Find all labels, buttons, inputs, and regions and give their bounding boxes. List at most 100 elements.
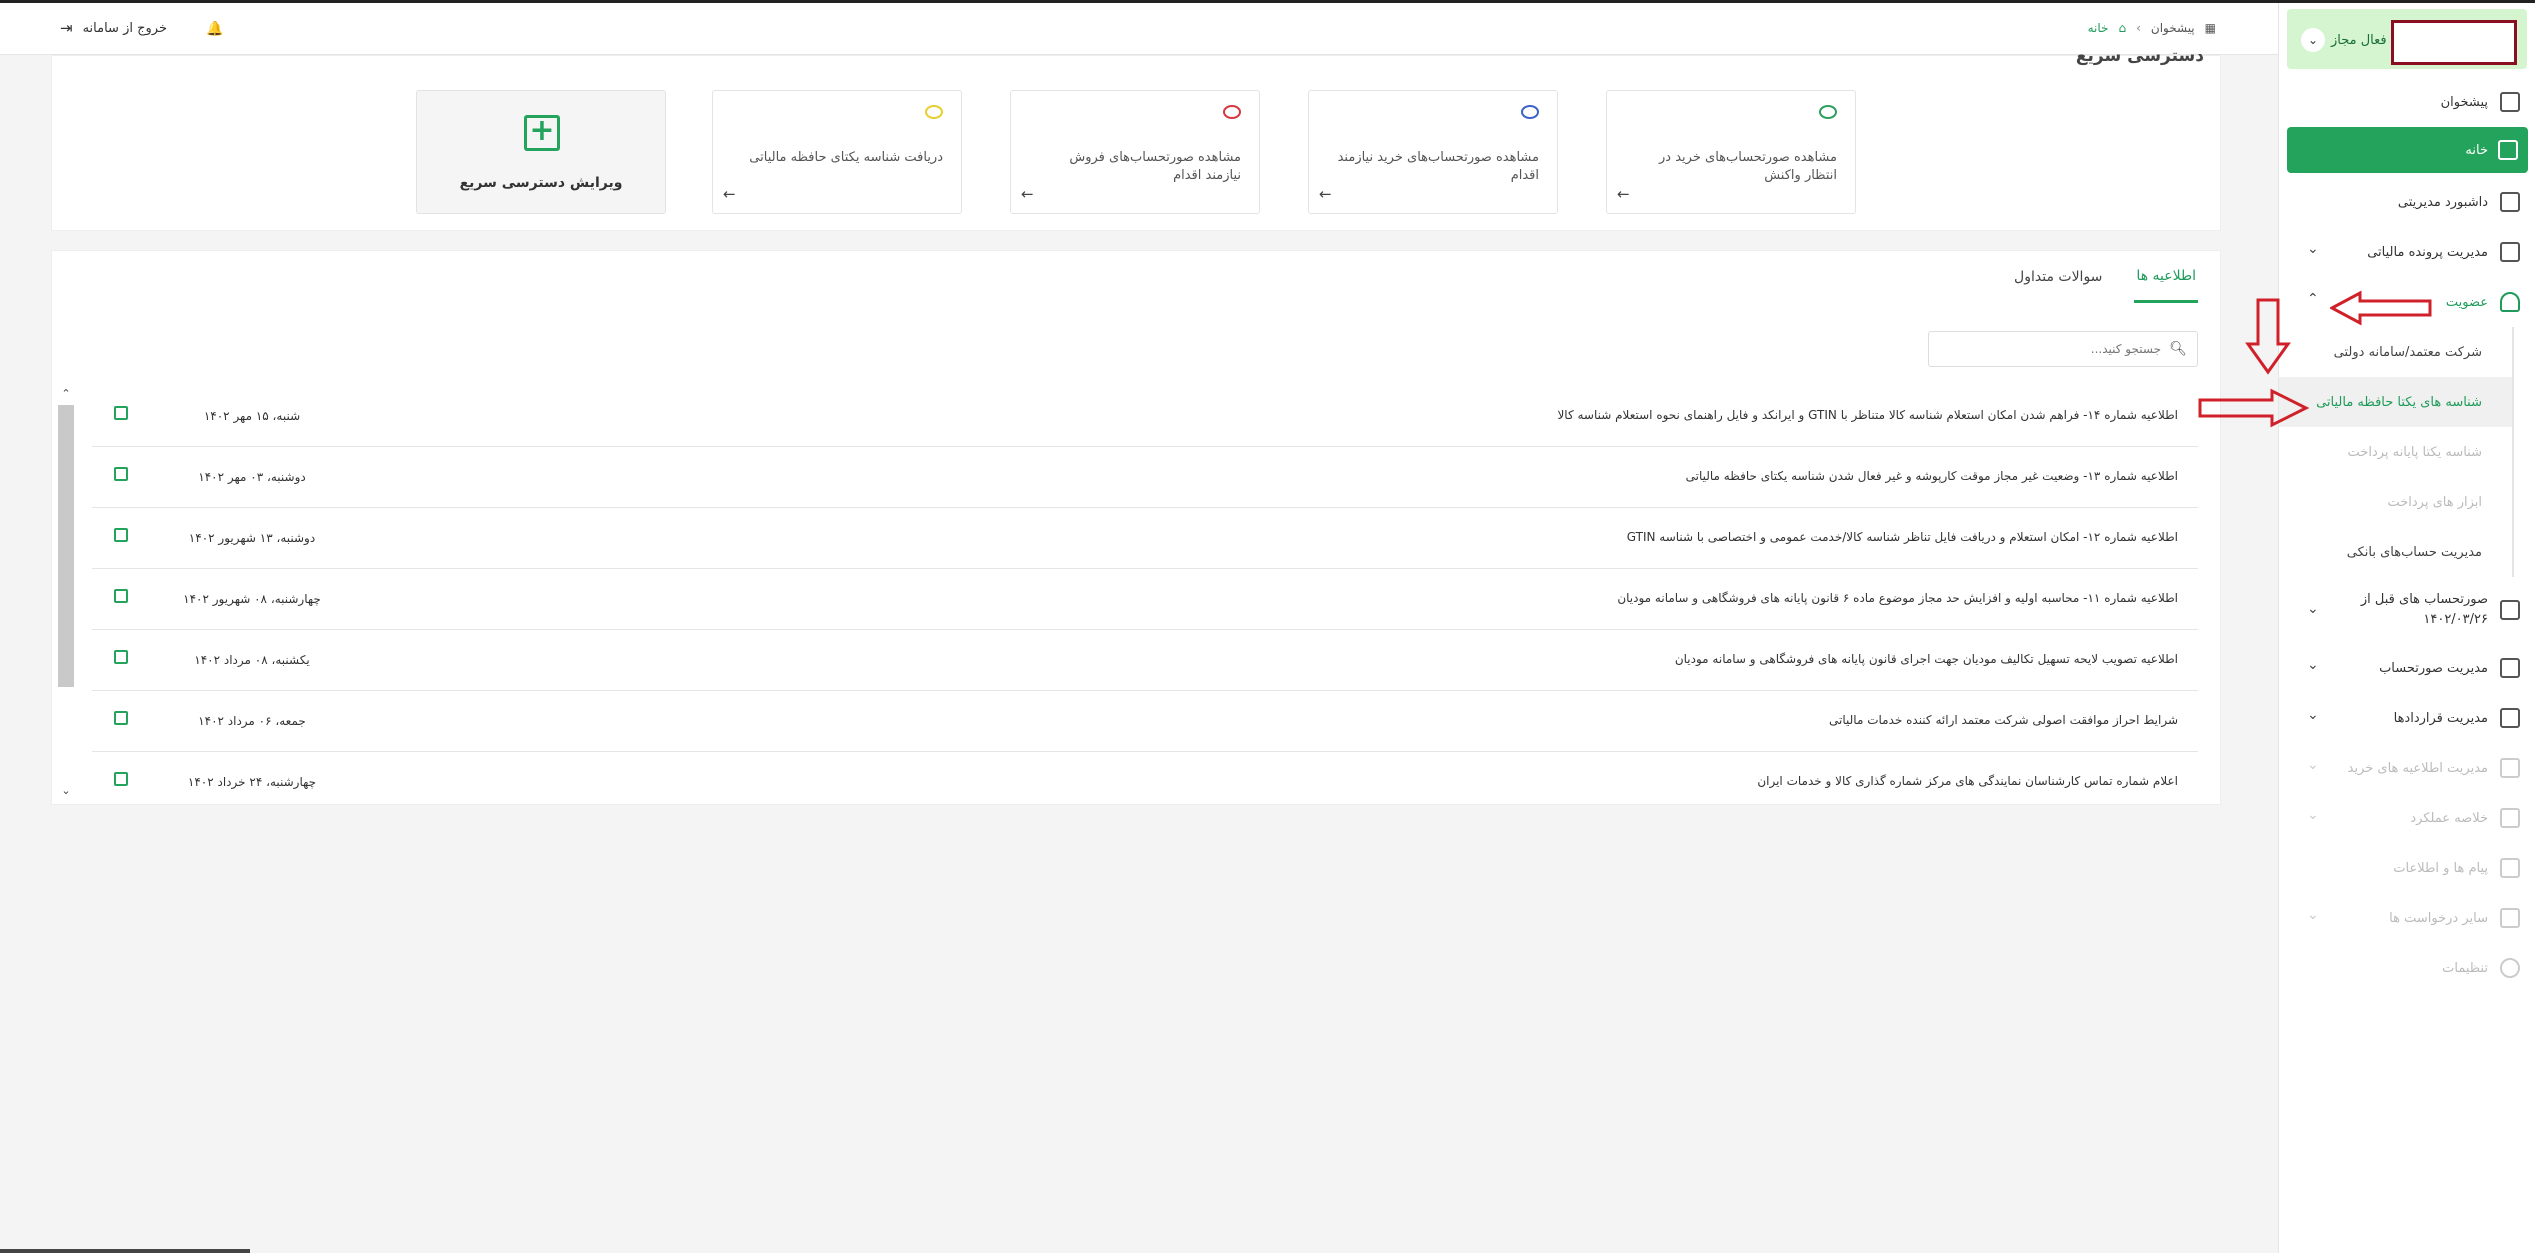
arrow-left-icon: ← [1021,185,1034,203]
chevron-down-icon: ⌄ [2307,241,2319,257]
table-row[interactable]: اطلاعیه شماره ۱۳- وضعیت غیر مجاز موقت کا… [92,447,2198,508]
sidebar-item-label: تنظیمات [2442,960,2488,976]
sidebar-item-invoice-management[interactable]: مدیریت صورتحساب ⌄ [2279,643,2535,693]
arrow-left-icon: ← [1319,185,1332,203]
chevron-down-icon[interactable]: ⌄ [2301,28,2325,52]
notice-title[interactable]: اطلاعیه شماره ۱۳- وضعیت غیر مجاز موقت کا… [1686,469,2178,483]
breadcrumb-home[interactable]: خانه [2088,21,2109,35]
more-icon [2500,908,2520,928]
account-status-chip[interactable]: فعال مجاز ⌄ [2287,9,2527,69]
table-row[interactable]: اطلاعیه شماره ۱۱- محاسبه اولیه و افزایش … [92,569,2198,630]
sidebar-item-performance: خلاصه عملکرد ⌄ [2279,793,2535,843]
annotation-arrow-left-icon [2330,290,2432,326]
sidebar-subitem-trusted-company[interactable]: شرکت معتمد/سامانه دولتی [2279,327,2514,377]
scroll-thumb[interactable] [58,405,74,687]
sidebar-subitem-label: شناسه یکتا پایانه پرداخت [2347,444,2482,460]
coins-icon [1521,105,1539,119]
scroll-up-icon[interactable]: ⌃ [58,387,74,400]
chevron-down-icon: ⌄ [2307,657,2319,673]
logout-icon: ⇥ [60,19,73,37]
external-link-icon[interactable] [114,772,128,786]
notice-date: جمعه، ۰۶ مرداد ۱۴۰۲ [198,714,306,728]
chart-icon [2500,808,2520,828]
external-link-icon[interactable] [114,589,128,603]
external-link-icon[interactable] [114,467,128,481]
scroll-down-icon[interactable]: ⌄ [58,784,74,797]
quick-tile-purchase-action[interactable]: مشاهده صورتحساب‌های خرید نیازمند اقدام ← [1308,90,1558,214]
quick-tile-sales-action[interactable]: مشاهده صورتحساب‌های فروش نیازمند اقدام ← [1010,90,1260,214]
sidebar-item-invoices-before[interactable]: صورتحساب های قبل از ۱۴۰۲/۰۳/۲۶ ⌄ [2279,577,2535,643]
annotation-arrow-right-icon [2198,388,2310,428]
bag-icon [2500,758,2520,778]
sidebar-item-admin-dashboard[interactable]: داشبورد مدیریتی [2279,177,2535,227]
user-icon [2500,292,2520,312]
sidebar-item-counter[interactable]: پیشخوان [2279,77,2535,127]
notices-scrollbar[interactable]: ⌃ ⌄ [58,387,74,797]
notices-card: اطلاعیه ها سوالات متداول 🔍︎ ⌃ ⌄ اطلاعیه … [51,250,2221,805]
notices-tabs: اطلاعیه ها سوالات متداول [2012,251,2198,303]
table-row[interactable]: اطلاعیه تصویب لایحه تسهیل تکالیف مودیان … [92,630,2198,691]
edit-quick-access-label: ویرایش دسترسی سریع [459,175,623,191]
table-row[interactable]: اعلام شماره تماس کارشناسان نمایندگی های … [92,752,2198,813]
breadcrumb-home-icon: ⌂ [2118,21,2127,35]
sidebar-subitem-unique-ids[interactable]: شناسه های یکتا حافظه مالیاتی [2279,377,2514,427]
breadcrumb: ▦ پیشخوان › ⌂ خانه [2088,21,2216,35]
coins-icon [1819,105,1837,119]
search-box: 🔍︎ [1928,331,2198,367]
notice-date: دوشنبه، ۰۳ مهر ۱۴۰۲ [198,470,306,484]
notice-title[interactable]: شرایط احراز موافقت اصولی شرکت معتمد ارائ… [1829,713,2178,727]
sidebar-item-label: پیام ها و اطلاعات [2393,860,2488,876]
quick-tile-unique-id[interactable]: دریافت شناسه یکتای حافظه مالیاتی ← [712,90,962,214]
tab-faq[interactable]: سوالات متداول [2012,251,2104,303]
sidebar-item-contracts[interactable]: مدیریت قراردادها ⌄ [2279,693,2535,743]
logout-button[interactable]: خروج از سامانه ⇥ [60,19,167,37]
sidebar-item-label: مدیریت قراردادها [2393,710,2488,726]
sidebar-menu: پیشخوان خانه داشبورد مدیریتی مدیریت پرون… [2279,77,2535,993]
table-row[interactable]: اطلاعیه شماره ۱۴- فراهم شدن امکان استعلا… [92,386,2198,447]
tab-notices[interactable]: اطلاعیه ها [2134,251,2198,303]
external-link-icon[interactable] [114,650,128,664]
external-link-icon[interactable] [114,711,128,725]
notice-title[interactable]: اطلاعیه تصویب لایحه تسهیل تکالیف مودیان … [1675,652,2178,666]
external-link-icon[interactable] [114,406,128,420]
sidebar-item-label: داشبورد مدیریتی [2397,194,2488,210]
sidebar-item-label: خلاصه عملکرد [2410,810,2488,826]
external-link-icon[interactable] [114,528,128,542]
table-row[interactable]: شرایط احراز موافقت اصولی شرکت معتمد ارائ… [92,691,2198,752]
sidebar-item-label: خانه [2465,142,2488,158]
sidebar-subitem-bank-accounts[interactable]: مدیریت حساب‌های بانکی [2279,527,2514,577]
sidebar-item-label: سایر درخواست ها [2389,910,2488,926]
bottom-progress-bar [0,1249,250,1253]
search-input[interactable] [1941,338,2161,360]
sidebar-item-label: مدیریت پرونده مالیاتی [2367,244,2488,260]
sidebar-subitem-label: مدیریت حساب‌های بانکی [2346,544,2482,560]
sidebar-item-label: مدیریت صورتحساب [2379,660,2488,676]
breadcrumb-dashboard[interactable]: پیشخوان [2151,21,2195,35]
notice-date: شنبه، ۱۵ مهر ۱۴۰۲ [203,409,301,423]
table-row[interactable]: اطلاعیه شماره ۱۲- امکان استعلام و دریافت… [92,508,2198,569]
bell-icon[interactable]: 🔔 [206,21,223,37]
notice-title[interactable]: اعلام شماره تماس کارشناسان نمایندگی های … [1757,774,2178,788]
chevron-down-icon: ⌄ [2307,601,2319,617]
coins-icon [1223,105,1241,119]
notice-title[interactable]: اطلاعیه شماره ۱۱- محاسبه اولیه و افزایش … [1617,591,2178,605]
notice-title[interactable]: اطلاعیه شماره ۱۴- فراهم شدن امکان استعلا… [1557,408,2178,422]
sidebar: فعال مجاز ⌄ پیشخوان خانه داشبورد مدیریتی… [2278,3,2535,1253]
sidebar-item-tax-file[interactable]: مدیریت پرونده مالیاتی ⌄ [2279,227,2535,277]
receipt-icon [2500,600,2520,620]
sidebar-item-settings: تنظیمات [2279,943,2535,993]
notice-date: چهارشنبه، ۲۴ خرداد ۱۴۰۲ [187,775,317,789]
gear-icon [2500,958,2520,978]
home-icon [2498,140,2518,160]
sidebar-subitem-payment-tools: ابزار های پرداخت [2279,477,2514,527]
notice-date: چهارشنبه، ۰۸ شهریور ۱۴۰۲ [183,592,321,606]
notice-title[interactable]: اطلاعیه شماره ۱۲- امکان استعلام و دریافت… [1627,530,2178,544]
quick-tile-label: مشاهده صورتحساب‌های خرید در انتظار واکنش [1659,150,1837,183]
chevron-down-icon: ⌄ [2307,807,2319,823]
quick-tile-purchase-awaiting[interactable]: مشاهده صورتحساب‌های خرید در انتظار واکنش… [1606,90,1856,214]
edit-quick-access-button[interactable]: + ویرایش دسترسی سریع [416,90,666,214]
redacted-name-box [2391,20,2517,65]
sidebar-item-home[interactable]: خانه [2287,127,2528,173]
sidebar-item-label: عضویت [2445,294,2488,310]
notices-list: اطلاعیه شماره ۱۴- فراهم شدن امکان استعلا… [92,386,2198,813]
